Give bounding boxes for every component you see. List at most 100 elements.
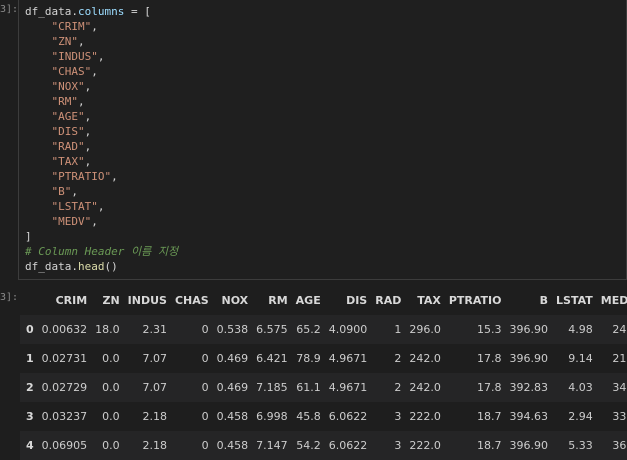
table-cell: 242.0 <box>409 381 441 394</box>
table-header-row: CRIM ZN INDUS CHAS NOX RM AGE DIS RAD TAX PTRATIO B… <box>20 286 627 315</box>
table-row: 2 0.02729 0.0 7.07 0 0.469 7.185 61.1 4.9671 2 242… <box>20 373 627 402</box>
table-cell: 4.9671 <box>328 381 368 394</box>
table-cell: 0.02729 <box>41 381 88 394</box>
code-string-literal: "INDUS" <box>51 50 98 63</box>
output-cell-prompt: 3]: <box>0 292 19 303</box>
column-header: INDUS <box>127 294 167 307</box>
table-cell: 6.421 <box>256 352 288 365</box>
table-cell: 7.07 <box>142 352 167 365</box>
table-cell: 394.63 <box>509 410 549 423</box>
code-string-literal: "LSTAT" <box>51 200 98 213</box>
column-header: ZN <box>102 294 120 307</box>
table-cell: 78.9 <box>296 352 321 365</box>
row-index: 1 <box>26 352 34 365</box>
code-string-literal: "TAX" <box>51 155 85 168</box>
code-comma: , <box>84 140 92 153</box>
column-header: CHAS <box>174 294 209 307</box>
table-cell: 0 <box>201 352 209 365</box>
code-string-literal: "RM" <box>51 95 79 108</box>
code-string-literal: "ZN" <box>51 35 79 48</box>
column-header: LSTAT <box>556 294 593 307</box>
code-comma: , <box>84 110 92 123</box>
table-cell: 6.575 <box>256 323 288 336</box>
table-cell: 242.0 <box>409 352 441 365</box>
code-cell-prompt: 3]: <box>0 4 19 15</box>
code-string-literal: "AGE" <box>51 110 85 123</box>
column-header: NOX <box>221 294 249 307</box>
table-cell: 2.18 <box>142 410 167 423</box>
table-row: 0 0.00632 18.0 2.31 0 0.538 6.575 65.2 4.0900 1 29… <box>20 315 627 344</box>
table-cell: 7.07 <box>142 381 167 394</box>
table-cell: 17.8 <box>477 381 502 394</box>
column-header: RAD <box>375 294 402 307</box>
table-cell: 0 <box>201 323 209 336</box>
table-cell: 17.8 <box>477 352 502 365</box>
code-assign: = [ <box>124 5 151 18</box>
table-cell: 6.998 <box>256 410 288 423</box>
table-cell: 0.469 <box>216 352 249 365</box>
table-cell: 18.7 <box>477 439 502 452</box>
table-cell: 0.0 <box>102 352 120 365</box>
table-cell: 18.0 <box>95 323 120 336</box>
table-cell: 2 <box>394 381 402 394</box>
table-cell: 0.458 <box>216 410 249 423</box>
row-index: 4 <box>26 439 34 452</box>
table-row: 3 0.03237 0.0 2.18 0 0.458 6.998 45.8 6.0622 3 222… <box>20 402 627 431</box>
code-string-literal: "MEDV" <box>51 215 92 228</box>
table-cell: 396.90 <box>509 323 549 336</box>
code-comma: , <box>78 35 85 48</box>
table-cell: 0.469 <box>216 381 249 394</box>
code-comma: , <box>84 125 92 138</box>
table-cell: 21.6 <box>612 352 627 365</box>
table-cell: 396.90 <box>509 439 549 452</box>
table-cell: 4.03 <box>568 381 593 394</box>
table-cell: 36.2 <box>612 439 627 452</box>
table-cell: 222.0 <box>409 410 441 423</box>
table-cell: 0 <box>201 439 209 452</box>
table-cell: 18.7 <box>477 410 502 423</box>
table-cell: 296.0 <box>409 323 441 336</box>
table-cell: 45.8 <box>296 410 321 423</box>
table-cell: 0.00632 <box>41 323 88 336</box>
table-cell: 0.458 <box>216 439 249 452</box>
code-comma: , <box>97 50 105 63</box>
column-header: CRIM <box>55 294 88 307</box>
table-cell: 65.2 <box>296 323 321 336</box>
table-cell: 7.147 <box>256 439 288 452</box>
code-string-literal: "CHAS" <box>51 65 92 78</box>
table-cell: 6.0622 <box>328 439 368 452</box>
code-comma: , <box>91 20 98 33</box>
table-cell: 0.02731 <box>41 352 88 365</box>
code-comma: , <box>97 200 105 213</box>
table-cell: 4.9671 <box>328 352 368 365</box>
code-comma: , <box>84 155 92 168</box>
column-header: MEDV <box>600 294 627 307</box>
row-index: 2 <box>26 381 34 394</box>
table-cell: 2.94 <box>568 410 593 423</box>
code-editor[interactable]: df_data.columns = [ "CRIM", "ZN", "INDUS… <box>25 4 178 274</box>
table-cell: 7.185 <box>256 381 288 394</box>
table-cell: 2 <box>394 352 402 365</box>
column-header <box>20 286 38 315</box>
code-variable: df_data <box>25 5 72 18</box>
table-cell: 24.0 <box>612 323 627 336</box>
output-area: CRIM ZN INDUS CHAS NOX RM AGE DIS RAD TAX PTRATIO B… <box>18 284 627 460</box>
table-row: 1 0.02731 0.0 7.07 0 0.469 6.421 78.9 4.9671 2 242… <box>20 344 627 373</box>
code-string-literal: "CRIM" <box>51 20 92 33</box>
code-dot: . <box>71 5 78 18</box>
code-string-literal: "DIS" <box>51 125 85 138</box>
table-cell: 0 <box>201 381 209 394</box>
table-cell: 1 <box>394 323 402 336</box>
column-header: RM <box>268 294 288 307</box>
table-cell: 396.90 <box>509 352 549 365</box>
table-cell: 4.0900 <box>328 323 368 336</box>
code-variable: df_data <box>25 260 72 273</box>
column-header: DIS <box>346 294 368 307</box>
code-function: head <box>77 260 105 273</box>
table-cell: 0.06905 <box>41 439 88 452</box>
code-string-literal: "PTRATIO" <box>51 170 112 183</box>
column-header: PTRATIO <box>448 294 502 307</box>
table-cell: 392.83 <box>509 381 549 394</box>
table-cell: 33.4 <box>612 410 627 423</box>
code-cell[interactable]: df_data.columns = [ "CRIM", "ZN", "INDUS… <box>18 0 627 280</box>
